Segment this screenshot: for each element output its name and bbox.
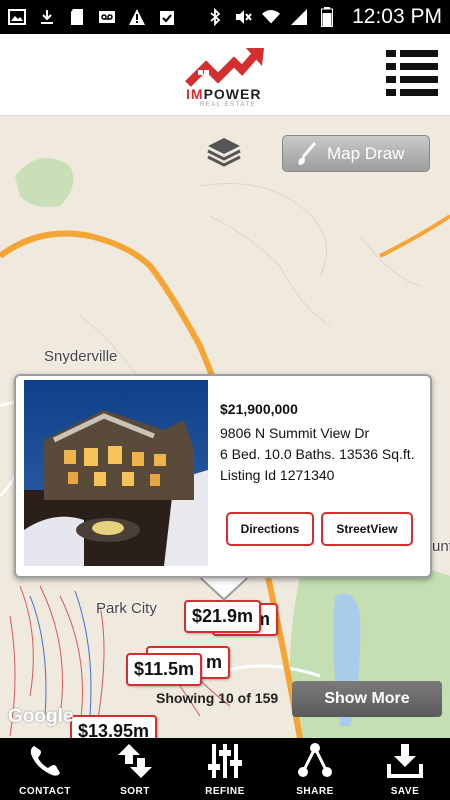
nav-label: SHARE — [296, 786, 334, 797]
clipboard-icon — [158, 8, 176, 26]
listing-specs: 6 Bed. 10.0 Baths. 13536 Sq.ft. — [220, 446, 415, 462]
clock: 12:03 PM — [352, 5, 442, 28]
listing-popup[interactable]: $21,900,000 9806 N Summit View Dr 6 Bed.… — [14, 374, 432, 578]
listing-address: 9806 N Summit View Dr — [220, 425, 370, 441]
warning-icon — [128, 8, 146, 26]
nav-refine[interactable]: REFINE — [180, 738, 270, 800]
nav-label: SAVE — [390, 786, 420, 797]
map-draw-label: Map Draw — [327, 143, 405, 163]
map-draw-button[interactable]: Map Draw — [282, 135, 430, 172]
directions-button[interactable]: Directions — [226, 512, 314, 546]
price-marker[interactable]: $11.5m — [126, 653, 203, 686]
wifi-icon — [262, 8, 281, 26]
layers-icon[interactable] — [206, 136, 242, 168]
voicemail-icon — [98, 8, 116, 26]
hamburger-menu-icon[interactable] — [386, 48, 438, 100]
price-marker[interactable]: $21.9m — [184, 600, 262, 633]
nav-label: SORT — [120, 786, 150, 797]
phone-icon — [30, 746, 60, 776]
sliders-icon — [208, 744, 242, 778]
popup-pointer — [200, 576, 248, 598]
share-icon — [298, 743, 332, 777]
streetview-button[interactable]: StreetView — [321, 512, 413, 546]
listing-photo[interactable] — [24, 380, 208, 566]
sd-card-icon — [68, 8, 86, 26]
nav-label: CONTACT — [19, 786, 71, 797]
bluetooth-icon — [206, 8, 224, 26]
place-label-snyderville: Snyderville — [44, 348, 118, 365]
status-bar: 12:03 PM — [0, 0, 450, 34]
download-save-icon — [387, 744, 423, 778]
price-marker[interactable]: $13.95m — [70, 715, 158, 738]
brush-icon — [298, 141, 317, 165]
logo-tagline: REAL ESTATE — [200, 102, 257, 108]
logo-wordmark: IMPOWER — [186, 86, 262, 102]
google-attribution: Google — [8, 706, 74, 727]
download-icon — [38, 8, 56, 26]
place-label-partial: unt — [432, 538, 450, 555]
nav-save[interactable]: SAVE — [360, 738, 450, 800]
sort-arrows-icon — [118, 744, 152, 778]
mute-icon — [234, 8, 252, 26]
image-icon — [8, 8, 26, 26]
nav-label: REFINE — [205, 786, 245, 797]
nav-sort[interactable]: SORT — [90, 738, 180, 800]
battery-icon — [318, 7, 336, 27]
place-label-park-city: Park City — [96, 600, 157, 617]
nav-contact[interactable]: CONTACT — [0, 738, 90, 800]
results-count: Showing 10 of 159 — [156, 690, 279, 706]
app-header: IMPOWER REAL ESTATE — [0, 34, 450, 116]
signal-icon — [290, 8, 308, 26]
nav-share[interactable]: SHARE — [270, 738, 360, 800]
listing-price: $21,900,000 — [220, 401, 298, 417]
show-more-button[interactable]: Show More — [292, 681, 442, 717]
listing-id: Listing Id 1271340 — [220, 467, 335, 483]
bottom-nav: CONTACT SORT REFINE SHARE SAVE — [0, 738, 450, 800]
